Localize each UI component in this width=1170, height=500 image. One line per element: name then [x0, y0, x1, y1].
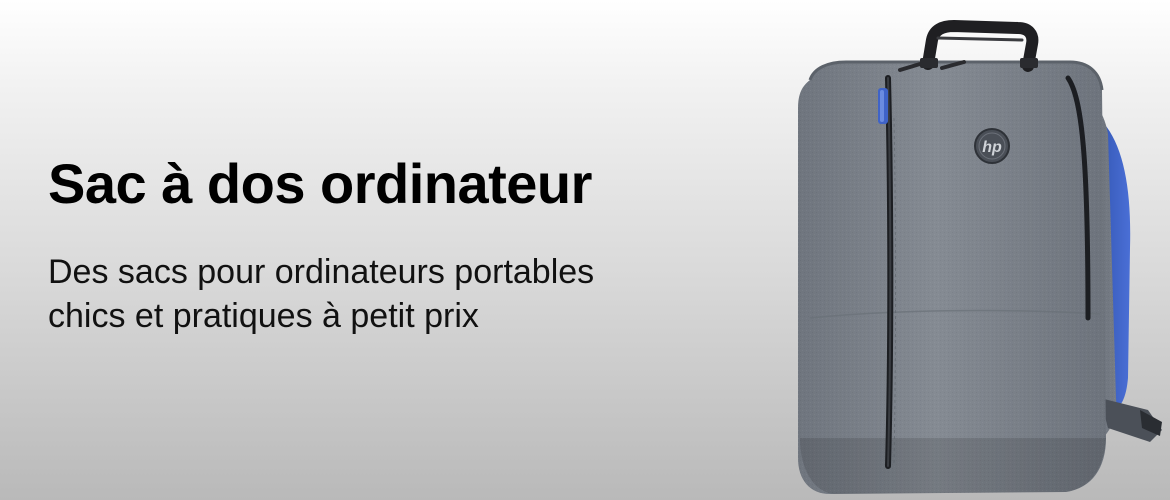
banner-subline: Des sacs pour ordinateurs portables chic… [48, 250, 768, 338]
svg-text:hp: hp [982, 139, 1002, 156]
hp-logo-icon: hp [974, 128, 1010, 164]
banner-subline-line-2: chics et pratiques à petit prix [48, 297, 479, 335]
backpack-body [798, 60, 1106, 494]
banner-subline-line-1: Des sacs pour ordinateurs portables [48, 253, 595, 291]
bottom-strap [1100, 398, 1162, 442]
banner-headline: Sac à dos ordinateur [48, 152, 592, 215]
backpack-product-image: hp [770, 18, 1170, 500]
category-banner[interactable]: Sac à dos ordinateur Des sacs pour ordin… [0, 0, 1170, 500]
laptop-backpack-icon: hp [798, 19, 1162, 494]
banner-text: Sac à dos ordinateur Des sacs pour ordin… [48, 148, 768, 338]
